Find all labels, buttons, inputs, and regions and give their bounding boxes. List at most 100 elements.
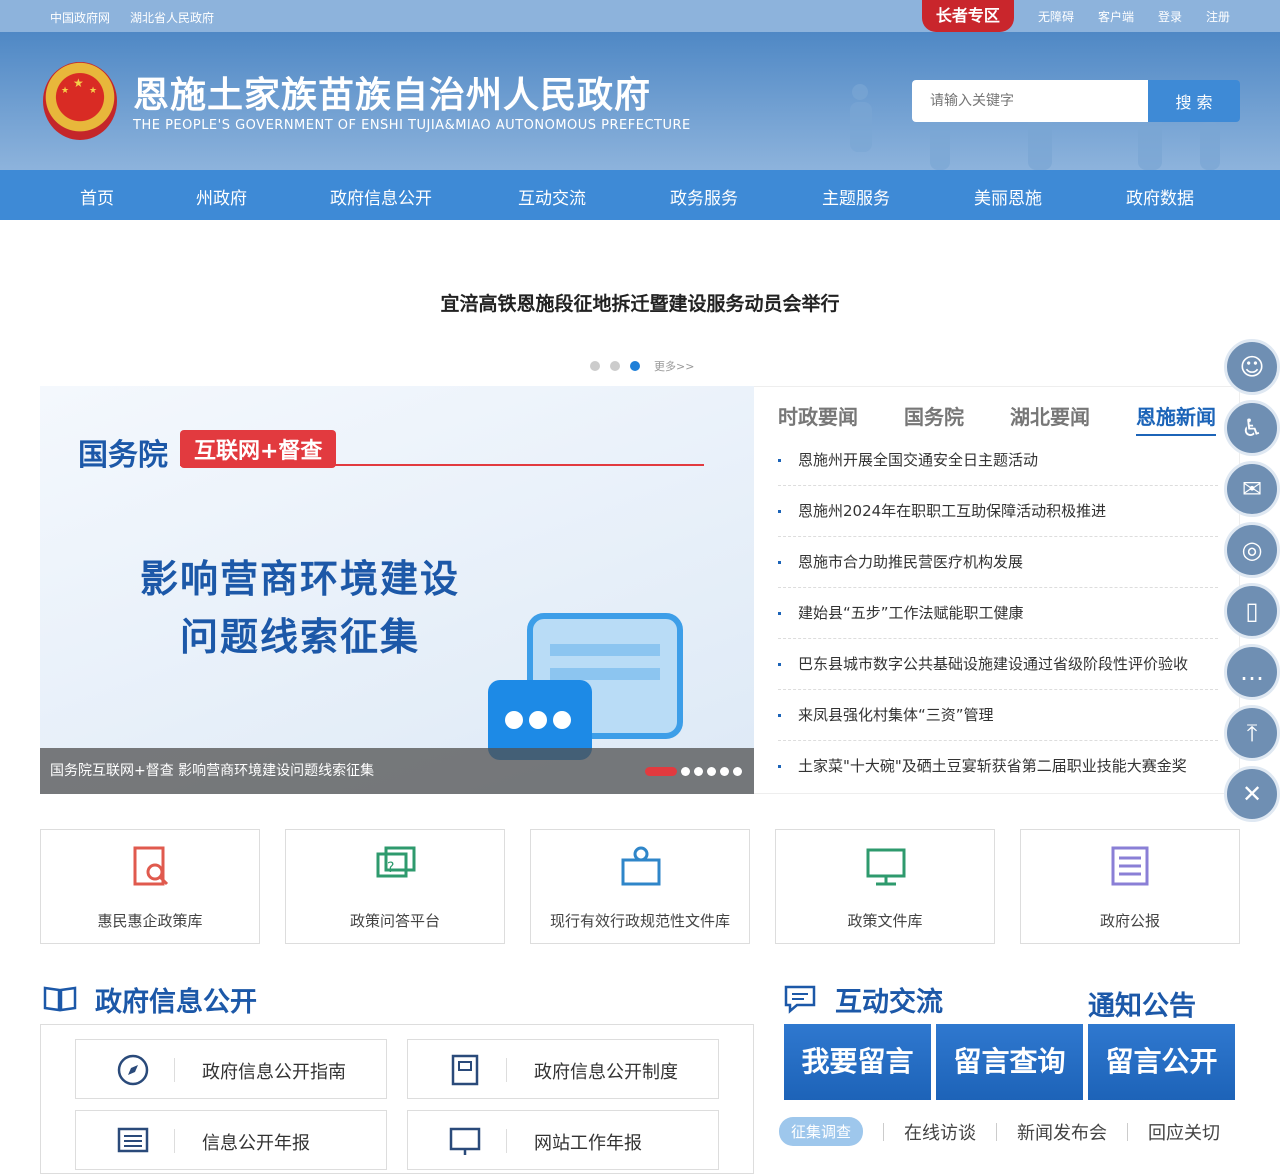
monitor-icon xyxy=(866,848,906,886)
slide-indicator[interactable] xyxy=(681,767,690,776)
top-bar: 中国政府网 湖北省人民政府 长者专区 无障碍 客户端 登录 注册 xyxy=(0,0,1280,32)
tab-enshi-news[interactable]: 恩施新闻 xyxy=(1136,401,1216,436)
interaction-subtabs: 征集调查 在线访谈 新闻发布会 回应关切 xyxy=(779,1117,1220,1146)
headline-pager: 更多>> xyxy=(590,358,694,374)
qa-icon: ? xyxy=(376,846,416,878)
nav-interaction[interactable]: 互动交流 xyxy=(518,184,586,209)
policy-search-icon xyxy=(133,846,169,886)
divider xyxy=(506,1058,507,1082)
accessibility-icon[interactable]: ♿ xyxy=(1224,400,1280,456)
register-link[interactable]: 注册 xyxy=(1206,8,1230,25)
list-item[interactable]: 来凤县强化村集体“三资”管理 xyxy=(778,690,1218,741)
document-icon xyxy=(451,1054,479,1086)
card-policy-library[interactable]: 惠民惠企政策库 xyxy=(40,829,260,944)
more-link[interactable]: 更多>> xyxy=(654,358,694,374)
list-item[interactable]: 恩施州2024年在职职工互助保障活动积极推进 xyxy=(778,486,1218,537)
list-item[interactable]: 巴东县城市数字公共基础设施建设通过省级阶段性评价验收 xyxy=(778,639,1218,690)
card-policy-docs[interactable]: 政策文件库 xyxy=(775,829,995,944)
tab-hubei[interactable]: 湖北要闻 xyxy=(1010,401,1090,436)
list-item[interactable]: 恩施市合力助推民营医疗机构发展 xyxy=(778,537,1218,588)
pager-dot-active[interactable] xyxy=(630,361,640,371)
info-item-label: 政府信息公开制度 xyxy=(534,1062,678,1083)
nav-home[interactable]: 首页 xyxy=(80,184,114,209)
card-policy-qa[interactable]: ? 政策问答平台 xyxy=(285,829,505,944)
banner-divider xyxy=(180,464,704,466)
nav-gov-services[interactable]: 政务服务 xyxy=(670,184,738,209)
divider xyxy=(174,1058,175,1082)
divider xyxy=(1127,1122,1129,1141)
section-title-interaction: 互动交流 xyxy=(835,987,943,1018)
compass-icon xyxy=(117,1054,149,1086)
news-list: 恩施州开展全国交通安全日主题活动 恩施州2024年在职职工互助保障活动积极推进 … xyxy=(778,435,1218,792)
card-label: 政府公报 xyxy=(1099,912,1160,930)
card-label: 惠民惠企政策库 xyxy=(97,912,203,930)
tab-politics[interactable]: 时政要闻 xyxy=(778,401,858,436)
slide-indicator-active[interactable] xyxy=(645,767,677,776)
link-hubei-gov[interactable]: 湖北省人民政府 xyxy=(130,9,214,26)
news-tabs: 时政要闻 国务院 湖北要闻 恩施新闻 xyxy=(778,401,1216,436)
monitor-icon xyxy=(449,1127,481,1155)
search-button[interactable]: 搜 索 xyxy=(1148,80,1240,122)
divider xyxy=(996,1122,998,1141)
info-system-button[interactable]: 政府信息公开制度 xyxy=(407,1039,719,1099)
nav-theme-services[interactable]: 主题服务 xyxy=(822,184,890,209)
card-label: 政策文件库 xyxy=(847,912,923,930)
pager-dot[interactable] xyxy=(610,361,620,371)
banner-line1: 影响营商环境建设 xyxy=(139,557,460,601)
card-normative-docs[interactable]: 现行有效行政规范性文件库 xyxy=(530,829,750,944)
document-user-icon xyxy=(621,846,661,886)
divider xyxy=(174,1129,175,1153)
site-annual-report-button[interactable]: 网站工作年报 xyxy=(407,1110,719,1170)
card-gov-gazette[interactable]: 政府公报 xyxy=(1020,829,1240,944)
nav-state-gov[interactable]: 州政府 xyxy=(196,184,247,209)
weibo-icon[interactable]: ◎ xyxy=(1224,522,1280,578)
back-to-top-icon[interactable]: ⤒ xyxy=(1224,705,1280,761)
list-item[interactable]: 恩施州开展全国交通安全日主题活动 xyxy=(778,435,1218,486)
elder-zone-button[interactable]: 长者专区 xyxy=(921,0,1014,32)
accessibility-link[interactable]: 无障碍 xyxy=(1038,8,1074,25)
message-query-button[interactable]: 留言查询 xyxy=(936,1024,1083,1100)
info-guide-button[interactable]: 政府信息公开指南 xyxy=(75,1039,387,1099)
slide-indicator[interactable] xyxy=(720,767,729,776)
divider xyxy=(883,1122,885,1141)
nav-info-disclosure[interactable]: 政府信息公开 xyxy=(330,184,432,209)
login-link[interactable]: 登录 xyxy=(1158,8,1182,25)
slide-indicator[interactable] xyxy=(694,767,703,776)
banner-carousel[interactable]: 国务院 互联网+督查 影响营商环境建设 问题线索征集 国务院互联网+督查 影响营… xyxy=(40,386,754,794)
card-label: 政策问答平台 xyxy=(349,912,440,930)
tab-survey[interactable]: 征集调查 xyxy=(779,1117,864,1146)
info-item-label: 网站工作年报 xyxy=(534,1133,642,1154)
gazette-icon xyxy=(1111,846,1149,886)
message-icon[interactable]: … xyxy=(1224,644,1280,700)
pager-dot[interactable] xyxy=(590,361,600,371)
nav-gov-data[interactable]: 政府数据 xyxy=(1126,184,1194,209)
site-subtitle: THE PEOPLE'S GOVERNMENT OF ENSHI TUJIA&M… xyxy=(133,118,691,133)
tab-press-conference[interactable]: 新闻发布会 xyxy=(1017,1119,1107,1145)
tab-online-interview[interactable]: 在线访谈 xyxy=(904,1119,976,1145)
mobile-icon[interactable]: ▯ xyxy=(1224,583,1280,639)
list-item[interactable]: 建始县“五步”工作法赋能职工健康 xyxy=(778,588,1218,639)
customer-service-icon[interactable]: ☺ xyxy=(1224,339,1280,395)
close-icon[interactable]: ✕ xyxy=(1224,766,1280,822)
search-input[interactable] xyxy=(912,80,1148,122)
nav-beautiful-enshi[interactable]: 美丽恩施 xyxy=(974,184,1042,209)
chat-icon xyxy=(784,985,816,1014)
info-annual-report-button[interactable]: 信息公开年报 xyxy=(75,1110,387,1170)
card-label: 现行有效行政规范性文件库 xyxy=(549,912,730,930)
client-link[interactable]: 客户端 xyxy=(1098,8,1134,25)
svg-text:?: ? xyxy=(387,860,394,876)
national-emblem-icon: ★ ★ ★ xyxy=(43,62,117,140)
link-china-gov[interactable]: 中国政府网 xyxy=(50,9,110,26)
banner-indicators xyxy=(645,767,742,776)
tab-response[interactable]: 回应关切 xyxy=(1148,1119,1220,1145)
banner-org: 国务院 xyxy=(78,438,168,473)
list-item[interactable]: 土家菜"十大碗"及硒土豆宴斩获省第二届职业技能大赛金奖 xyxy=(778,741,1218,792)
headline-news[interactable]: 宜涪高铁恩施段征地拆迁暨建设服务动员会举行 xyxy=(0,289,1280,316)
slide-indicator[interactable] xyxy=(707,767,716,776)
wechat-icon[interactable]: ✉ xyxy=(1224,461,1280,517)
leave-message-button[interactable]: 我要留言 xyxy=(784,1024,931,1100)
message-public-button[interactable]: 留言公开 xyxy=(1088,1024,1235,1100)
tab-state-council[interactable]: 国务院 xyxy=(904,401,964,436)
slide-indicator[interactable] xyxy=(733,767,742,776)
open-book-icon xyxy=(43,986,77,1012)
